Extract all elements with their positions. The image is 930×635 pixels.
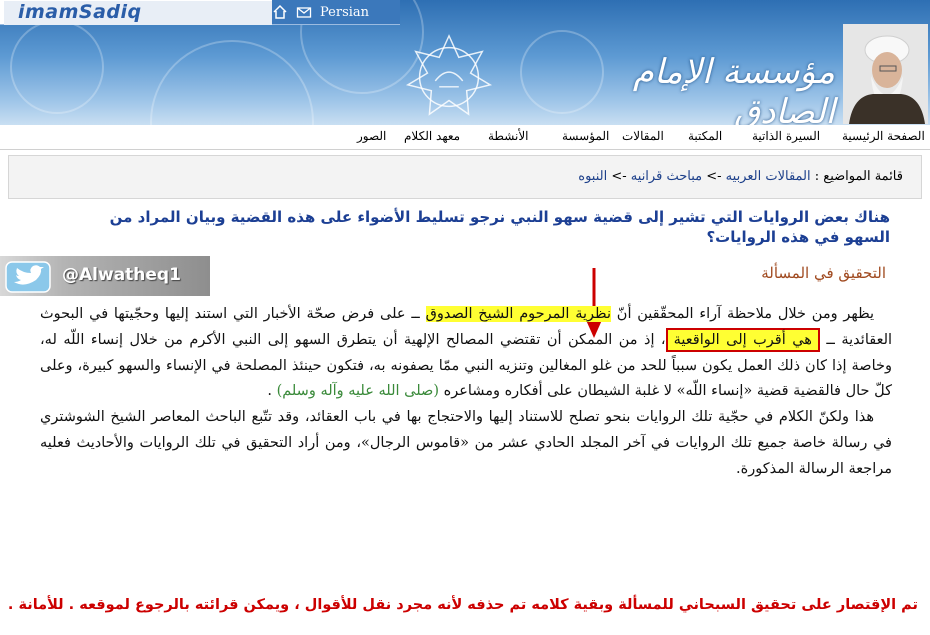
question-title: هناك بعض الروايات التي تشير إلى قضية سهو… (109, 208, 890, 246)
breadcrumb-link-prophethood[interactable]: النبوه (578, 169, 607, 184)
nav-institution[interactable]: المؤسسة (562, 129, 609, 143)
nav-articles[interactable]: المقالات (622, 129, 664, 143)
nav-photos[interactable]: الصور (357, 129, 386, 143)
nav-home[interactable]: الصفحة الرئيسية (842, 129, 925, 143)
boxed-phrase-closer-to-reality: هي أقرب إلى الواقعية (665, 327, 820, 352)
decorative-circle (10, 20, 104, 114)
paragraph-2: هذا ولكنّ الكلام في حجّية تلك الروايات ب… (40, 409, 892, 477)
section-heading: التحقيق في المسألة (761, 264, 886, 282)
paragraph-1-part-4: . (267, 383, 272, 400)
twitter-badge[interactable]: @Alwatheq1 (0, 256, 210, 296)
nav-activities[interactable]: الأنشطة (488, 129, 529, 143)
breadcrumb-link-quranic-topics[interactable]: مباحث قرانيه (631, 169, 702, 184)
highlighted-phrase-saduq-theory: نظرية المرحوم الشيخ الصدوق (425, 306, 611, 322)
breadcrumb-separator: -> (611, 169, 627, 184)
paragraph-1-part-1: يظهر ومن خلال ملاحظة آراء المحقّقين أنّ (616, 306, 874, 322)
nav-library[interactable]: المكتبة (688, 129, 722, 143)
article-body: يظهر ومن خلال ملاحظة آراء المحقّقين أنّ … (40, 302, 892, 483)
main-navigation: الصفحة الرئيسية السيرة الذاتية المكتبة ا… (0, 125, 930, 150)
mail-icon[interactable] (296, 4, 312, 20)
breadcrumb-box: قائمة المواضيع : المقالات العربيه -> مبا… (8, 155, 922, 199)
breadcrumb-link-arabic-articles[interactable]: المقالات العربيه (726, 169, 811, 184)
site-title: مؤسسة الإمام الصادق (632, 52, 835, 132)
decorative-circle (150, 40, 314, 125)
persian-language-link[interactable]: Persian (320, 5, 369, 20)
breadcrumb: قائمة المواضيع : المقالات العربيه -> مبا… (578, 169, 903, 184)
footer-note: تم الإقتصار على تحقيق السبحاني للمسألة و… (7, 597, 918, 613)
twitter-bird-icon (5, 261, 51, 293)
breadcrumb-separator: -> (706, 169, 722, 184)
site-logo[interactable]: imamSadiq (4, 1, 272, 25)
calligraphy-emblem-icon (405, 34, 493, 116)
twitter-handle[interactable]: @Alwatheq1 (62, 265, 181, 285)
scholar-portrait (843, 24, 928, 124)
nav-kalam-institute[interactable]: معهد الكلام (404, 129, 460, 143)
nav-biography[interactable]: السيرة الذاتية (752, 129, 820, 143)
salawat-phrase: (صلى الله عليه وآله وسلم) (276, 383, 439, 400)
top-links: Persian (272, 0, 369, 24)
paragraph-1: يظهر ومن خلال ملاحظة آراء المحقّقين أنّ … (40, 302, 892, 405)
breadcrumb-label: قائمة المواضيع : (814, 169, 903, 184)
home-icon[interactable] (272, 4, 288, 20)
